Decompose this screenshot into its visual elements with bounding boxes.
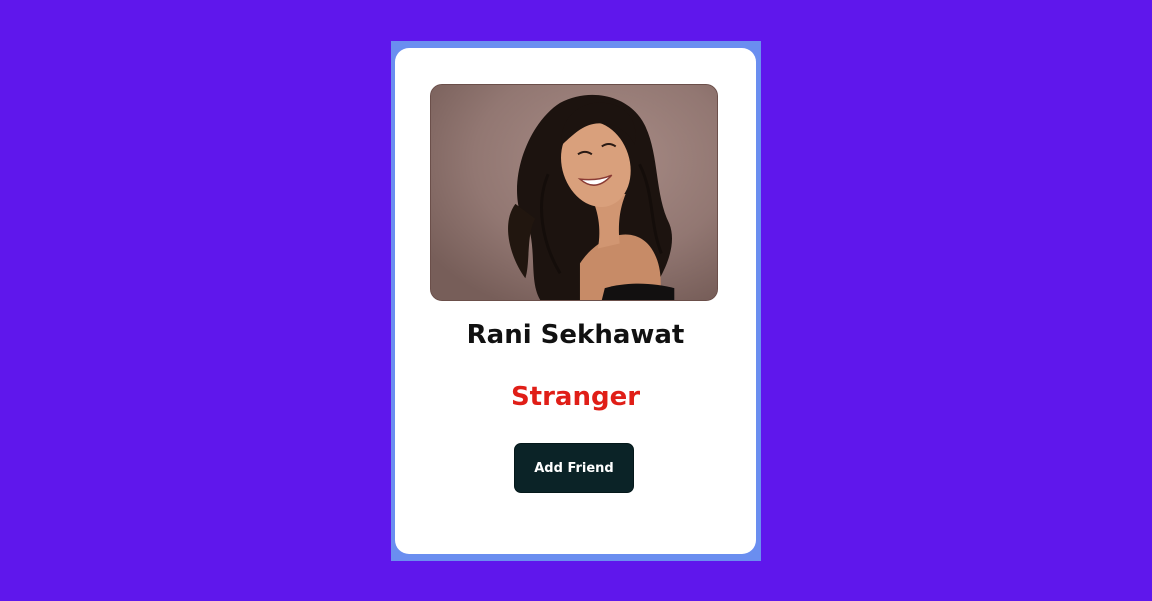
profile-card-frame: Rani Sekhawat Stranger Add Friend	[391, 41, 761, 561]
relationship-status: Stranger	[510, 382, 641, 412]
add-friend-button[interactable]: Add Friend	[514, 443, 634, 493]
profile-card: Rani Sekhawat Stranger Add Friend	[395, 48, 756, 554]
profile-photo	[430, 84, 718, 301]
profile-photo-illustration	[431, 85, 717, 300]
page: Rani Sekhawat Stranger Add Friend	[0, 0, 1152, 601]
profile-name: Rani Sekhawat	[466, 320, 685, 350]
